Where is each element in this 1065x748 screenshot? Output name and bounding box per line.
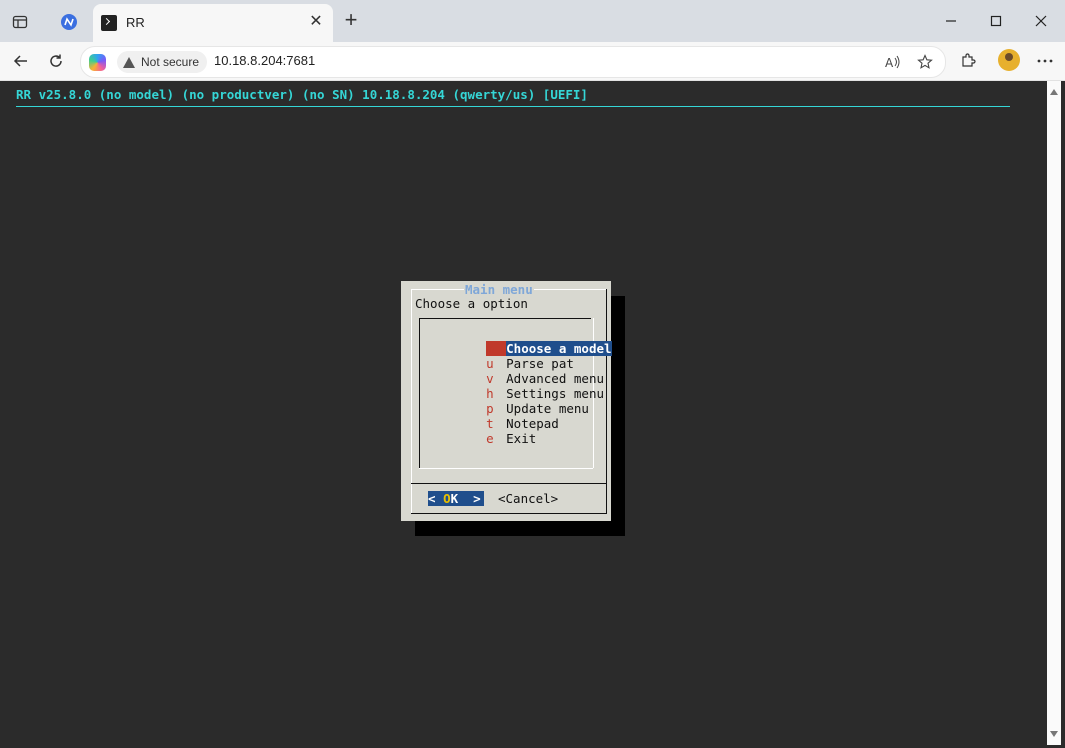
menu-item-choose-model[interactable]: m Choose a model <box>441 326 612 356</box>
read-aloud-icon[interactable]: A <box>883 52 903 72</box>
menu-list-border-top <box>419 318 591 319</box>
browser-toolbar: Not secure 10.18.8.204:7681 A <box>0 42 1065 81</box>
ok-rest: K > <box>450 491 481 506</box>
menu-item-settings-menu[interactable]: h Settings menu <box>441 371 604 401</box>
refresh-icon[interactable] <box>43 48 69 74</box>
dialog-prompt: Choose a option <box>415 296 528 311</box>
ok-hotkey: O <box>443 491 451 506</box>
warning-icon <box>123 56 135 68</box>
tab-title: RR <box>126 15 145 30</box>
menu-item-exit[interactable]: e Exit <box>441 416 536 446</box>
menu-list-border-bottom <box>419 468 593 469</box>
back-arrow-icon[interactable] <box>8 48 34 74</box>
security-label: Not secure <box>141 55 200 69</box>
menu-item-label: Exit <box>506 431 537 446</box>
vertical-scrollbar[interactable] <box>1047 81 1061 745</box>
terminal-header: RR v25.8.0 (no model) (no productver) (n… <box>16 87 588 102</box>
close-tab-icon[interactable]: ✕ <box>307 13 325 31</box>
tab-bar: RR ✕ + <box>0 0 1065 42</box>
security-badge[interactable]: Not secure <box>117 51 208 73</box>
menu-list-border-left <box>419 318 420 468</box>
tab-actions-icon[interactable] <box>6 8 34 36</box>
svg-text:A: A <box>885 56 894 69</box>
minimize-icon[interactable] <box>936 8 966 34</box>
favorite-star-icon[interactable] <box>915 52 935 72</box>
header-divider <box>16 106 1010 107</box>
dialog-border-left <box>411 289 412 513</box>
dialog-border-bottom <box>411 513 607 514</box>
close-window-icon[interactable] <box>1026 8 1056 34</box>
maximize-icon[interactable] <box>981 8 1011 34</box>
menu-item-parse-pat[interactable]: u Parse pat <box>441 341 574 371</box>
cancel-button[interactable]: <Cancel> <box>498 491 558 506</box>
url-text[interactable]: 10.18.8.204:7681 <box>214 53 315 68</box>
dialog-border-right <box>606 289 607 513</box>
terminal-viewport[interactable]: RR v25.8.0 (no model) (no productver) (n… <box>4 81 1046 745</box>
ok-left-bracket: < <box>428 491 444 506</box>
scroll-down-icon[interactable] <box>1050 731 1058 737</box>
dialog-title: Main menu <box>464 282 534 297</box>
main-menu-dialog: Main menu Choose a option m Choose a mode… <box>401 281 612 521</box>
extensions-icon[interactable] <box>955 48 981 74</box>
menu-item-notepad[interactable]: t Notepad <box>441 401 559 431</box>
new-tab-button[interactable]: + <box>340 9 362 31</box>
terminal-favicon-icon <box>101 15 117 31</box>
menu-item-update-menu[interactable]: p Update menu <box>441 386 589 416</box>
profile-avatar[interactable] <box>998 49 1020 71</box>
scroll-up-icon[interactable] <box>1050 89 1058 95</box>
button-separator <box>411 483 607 484</box>
ok-button[interactable]: < OK > <box>428 491 484 506</box>
more-menu-icon[interactable] <box>1032 48 1058 74</box>
pinned-tab-icon[interactable] <box>55 8 83 36</box>
copilot-icon[interactable] <box>89 54 106 71</box>
menu-item-advanced-menu[interactable]: v Advanced menu <box>441 356 604 386</box>
tab-rr[interactable]: RR ✕ <box>93 4 333 42</box>
hotkey: e <box>486 431 494 446</box>
address-bar[interactable]: Not secure 10.18.8.204:7681 A <box>80 46 946 78</box>
